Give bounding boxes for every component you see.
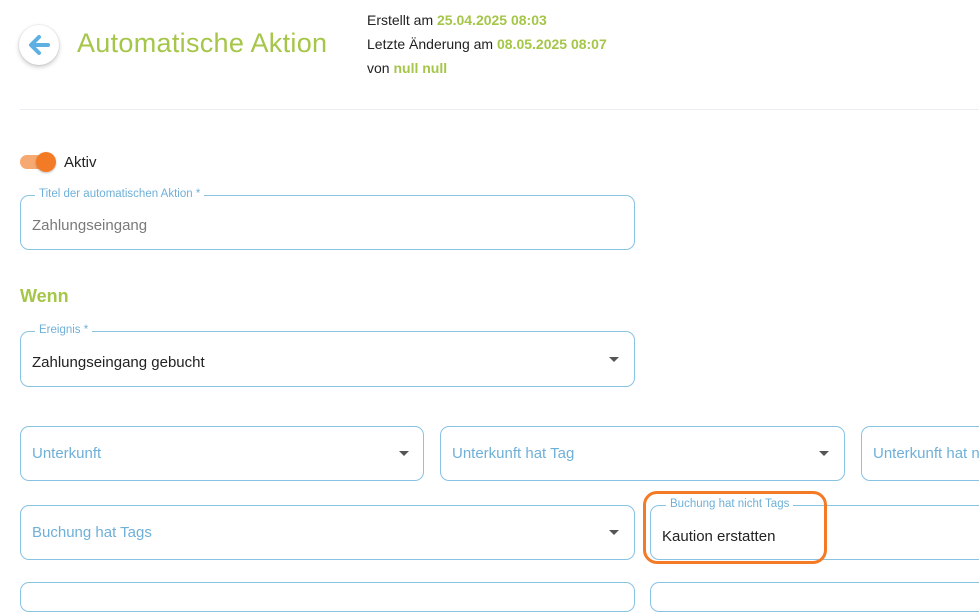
author-name: null null: [393, 60, 448, 76]
event-select-legend: Ereignis *: [35, 324, 93, 336]
unterkunft-hat-tag-select[interactable]: Unterkunft hat Tag: [440, 426, 845, 481]
title-field[interactable]: Titel der automatischen Aktion * Zahlung…: [20, 188, 635, 250]
modified-date: 08.05.2025 08:07: [496, 36, 607, 52]
buchung-hat-tags-placeholder: Buchung hat Tags: [32, 524, 152, 541]
next-row-field-left[interactable]: [20, 582, 635, 612]
title-field-legend: Titel der automatischen Aktion *: [35, 188, 205, 200]
active-toggle-label: Aktiv: [64, 154, 97, 171]
back-button[interactable]: [19, 25, 59, 65]
event-select-value: Zahlungseingang gebucht: [32, 354, 205, 371]
author-info: von null null: [367, 60, 448, 76]
caret-down-icon: [609, 530, 619, 535]
caret-down-icon: [399, 451, 409, 456]
buchung-hat-tags-select[interactable]: Buchung hat Tags: [20, 505, 635, 560]
unterkunft-placeholder: Unterkunft: [32, 445, 102, 462]
title-field-value: Zahlungseingang: [32, 217, 148, 234]
section-when: Wenn: [20, 286, 69, 306]
buchung-hat-nicht-tags-value: Kaution erstatten: [662, 528, 776, 545]
created-date: 25.04.2025 08:03: [437, 12, 547, 28]
unterkunft-hat-tag-placeholder: Unterkunft hat Tag: [452, 445, 575, 462]
created-info: Erstellt am 25.04.2025 08:03: [367, 12, 547, 28]
caret-down-icon: [609, 357, 619, 362]
event-select[interactable]: Ereignis * Zahlungseingang gebucht: [20, 324, 635, 387]
page-title: Automatische Aktion: [77, 28, 328, 58]
buchung-hat-nicht-tags-legend: Buchung hat nicht Tags: [666, 498, 794, 510]
unterkunft-hat-nicht-select[interactable]: Unterkunft hat n: [861, 426, 979, 481]
buchung-hat-nicht-tags-select[interactable]: Buchung hat nicht Tags Kaution erstatten: [650, 498, 979, 560]
next-row-field-right[interactable]: [650, 582, 979, 612]
modified-info: Letzte Änderung am 08.05.2025 08:07: [367, 36, 607, 52]
header-divider: [20, 109, 979, 110]
active-toggle-knob[interactable]: [36, 152, 56, 172]
unterkunft-select[interactable]: Unterkunft: [20, 426, 424, 481]
caret-down-icon: [819, 451, 829, 456]
arrow-left-icon: [29, 35, 50, 55]
unterkunft-hat-nicht-placeholder: Unterkunft hat n: [873, 445, 979, 462]
